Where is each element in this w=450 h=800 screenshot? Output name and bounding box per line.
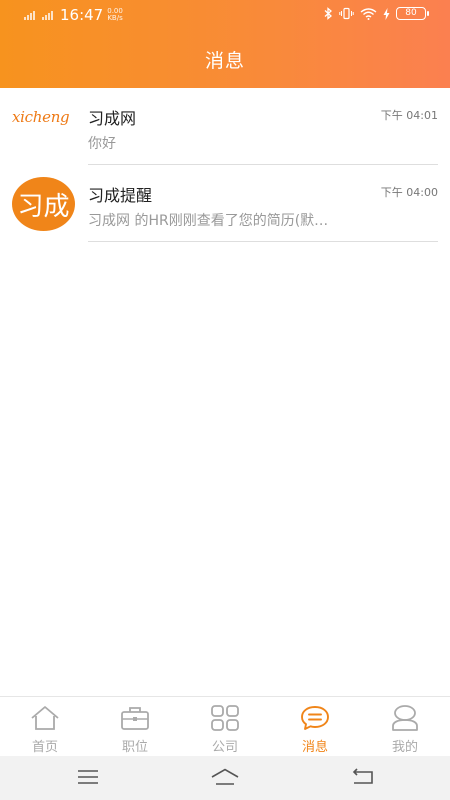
page-title: 消息 bbox=[204, 50, 245, 72]
tab-company[interactable]: 公司 bbox=[180, 697, 270, 756]
tab-home[interactable]: 首页 bbox=[0, 697, 90, 756]
message-sender: 习成提醒 bbox=[88, 186, 153, 205]
signal-icon bbox=[24, 10, 36, 20]
tab-jobs[interactable]: 职位 bbox=[90, 697, 180, 756]
vibrate-icon bbox=[339, 7, 354, 20]
charging-icon bbox=[383, 7, 390, 20]
back-icon[interactable] bbox=[350, 768, 374, 786]
message-list: xicheng 习成网 你好 下午 04:01 习成 习成提醒 习成网 的HR刚… bbox=[0, 88, 450, 242]
signal-icon-2 bbox=[42, 10, 54, 20]
message-item[interactable]: 习成 习成提醒 习成网 的HR刚刚查看了您的简历(默… 下午 04:00 bbox=[0, 165, 450, 242]
home-nav-icon[interactable] bbox=[210, 768, 240, 786]
chat-icon bbox=[301, 706, 329, 730]
menu-icon[interactable] bbox=[77, 768, 99, 786]
home-icon bbox=[31, 706, 59, 730]
network-speed: 0.00 KB/s bbox=[107, 8, 123, 22]
battery-icon: 80 bbox=[396, 7, 429, 20]
bottom-tab-bar: 首页 职位 公司 消息 我的 bbox=[0, 696, 450, 756]
wifi-icon bbox=[360, 8, 377, 20]
tab-label: 消息 bbox=[301, 740, 328, 755]
tab-label: 我的 bbox=[391, 740, 418, 755]
tab-label: 职位 bbox=[121, 740, 148, 755]
tab-profile[interactable]: 我的 bbox=[360, 697, 450, 756]
tab-label: 公司 bbox=[211, 740, 238, 755]
message-sender: 习成网 bbox=[88, 109, 137, 128]
avatar: xicheng bbox=[10, 88, 76, 142]
briefcase-icon bbox=[121, 707, 149, 730]
message-preview: 你好 bbox=[88, 136, 116, 152]
tab-label: 首页 bbox=[31, 740, 58, 755]
system-nav-bar bbox=[0, 756, 450, 800]
status-bar: 16:47 0.00 KB/s 80 bbox=[0, 0, 450, 30]
bluetooth-icon bbox=[324, 7, 332, 20]
status-time: 16:47 bbox=[60, 6, 104, 24]
grid-icon bbox=[211, 705, 239, 731]
message-time: 下午 04:01 bbox=[380, 109, 438, 122]
xicheng-logo: xicheng bbox=[12, 108, 70, 126]
app-header: 16:47 0.00 KB/s 80 消息 bbox=[0, 0, 450, 88]
message-preview: 习成网 的HR刚刚查看了您的简历(默… bbox=[88, 213, 329, 229]
network-speed-unit: KB/s bbox=[107, 14, 123, 22]
avatar: 习成 bbox=[12, 177, 75, 231]
tab-messages[interactable]: 消息 bbox=[270, 697, 360, 756]
message-item[interactable]: xicheng 习成网 你好 下午 04:01 bbox=[0, 88, 450, 165]
user-icon bbox=[392, 705, 418, 731]
message-time: 下午 04:00 bbox=[380, 186, 438, 199]
